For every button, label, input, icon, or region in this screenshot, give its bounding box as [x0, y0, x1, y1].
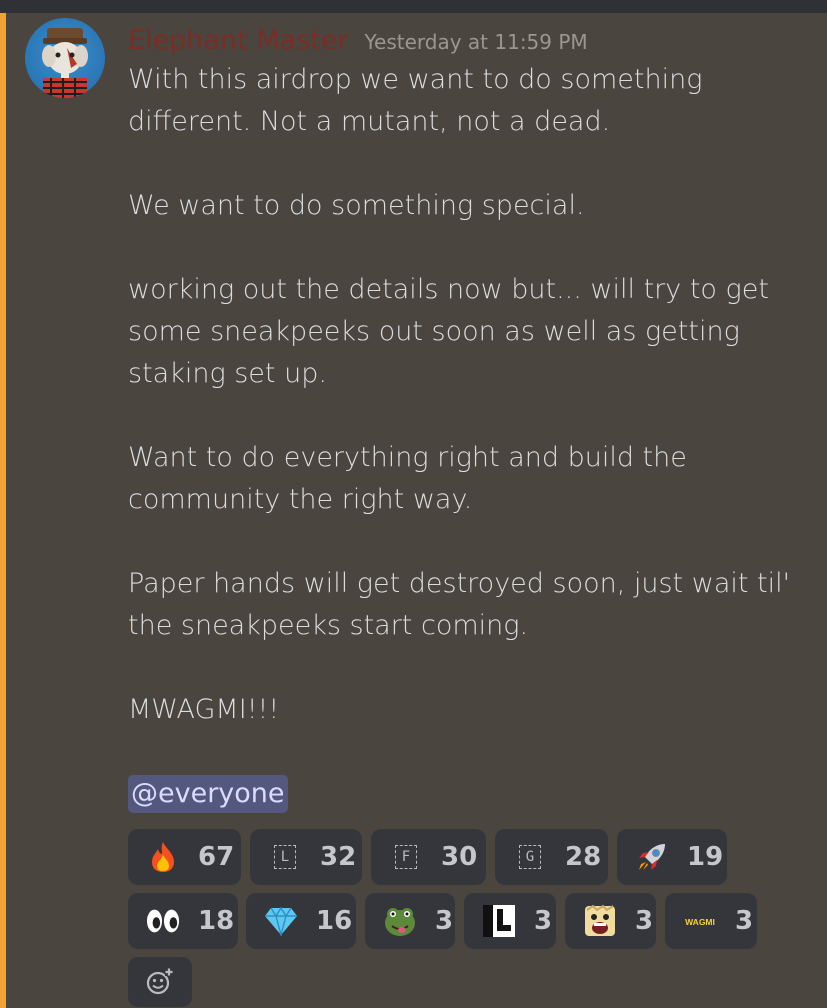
- message-line: With this airdrop we want to do somethin…: [128, 64, 703, 95]
- reaction-screaming[interactable]: 3: [565, 893, 656, 949]
- reaction-rocket[interactable]: 19: [617, 829, 727, 885]
- avatar[interactable]: [25, 18, 105, 98]
- reaction-gem[interactable]: 16: [246, 893, 356, 949]
- top-bar: [0, 0, 827, 13]
- eyes-icon: [146, 904, 180, 938]
- reaction-count: 3: [635, 906, 654, 936]
- message-line: staking set up.: [128, 358, 327, 389]
- reaction-count: 3: [534, 906, 553, 936]
- gem-icon: [264, 904, 298, 938]
- everyone-mention[interactable]: @everyone: [128, 775, 288, 813]
- reaction-count: 16: [316, 906, 353, 936]
- fire-icon: [146, 840, 180, 874]
- message-body: With this airdrop we want to do somethin…: [128, 59, 808, 815]
- reaction-count: 28: [565, 842, 602, 872]
- wagmi-icon: WAGMI: [683, 904, 717, 938]
- add-reaction-icon: [146, 968, 173, 995]
- reaction-count: 18: [198, 906, 235, 936]
- rocket-icon: [635, 840, 669, 874]
- svg-text:WAGMI: WAGMI: [685, 917, 715, 927]
- message-line: the sneakpeeks start coming.: [128, 610, 529, 641]
- letter-F-icon: F: [395, 845, 417, 869]
- message-line: MWAGMI!!!: [128, 694, 280, 725]
- message-line: Paper hands will get destroyed soon, jus…: [128, 568, 791, 599]
- reaction-letter-g[interactable]: G 28: [495, 829, 608, 885]
- pixel-L-icon: [482, 904, 516, 938]
- reaction-count: 32: [320, 842, 357, 872]
- message-line: different. Not a mutant, not a dead.: [128, 106, 611, 137]
- reaction-pepe[interactable]: 3: [365, 893, 455, 949]
- reaction-letter-f[interactable]: F 30: [371, 829, 486, 885]
- letter-G-icon: G: [519, 845, 541, 869]
- timestamp[interactable]: Yesterday at 11:59 PM: [364, 30, 587, 54]
- reaction-count: 3: [435, 906, 454, 936]
- reaction-count: 19: [687, 842, 724, 872]
- reaction-fire[interactable]: 67: [128, 829, 241, 885]
- reaction-count: 30: [441, 842, 478, 872]
- reaction-count: 3: [735, 906, 754, 936]
- reaction-wagmi[interactable]: WAGMI 3: [665, 893, 757, 949]
- message-line: some sneakpeeks out soon as well as gett…: [128, 316, 740, 347]
- reaction-pixel-l[interactable]: 3: [464, 893, 556, 949]
- elephant-avatar-icon: [42, 28, 88, 98]
- chat-message: Elephant Master Yesterday at 11:59 PM Wi…: [6, 13, 827, 1008]
- message-line: working out the details now but... will …: [128, 274, 769, 305]
- reaction-letter-l[interactable]: L 32: [250, 829, 362, 885]
- screaming-face-icon: [583, 904, 617, 938]
- username[interactable]: Elephant Master: [128, 25, 348, 56]
- reaction-eyes[interactable]: 18: [128, 893, 238, 949]
- message-line: Want to do everything right and build th…: [128, 442, 687, 473]
- add-reaction-button[interactable]: [128, 957, 192, 1007]
- pepe-frog-icon: [383, 904, 417, 938]
- message-header: Elephant Master Yesterday at 11:59 PM: [128, 25, 588, 57]
- reaction-count: 67: [198, 842, 235, 872]
- letter-L-icon: L: [274, 845, 296, 869]
- message-line: community the right way.: [128, 484, 473, 515]
- message-line: We want to do something special.: [128, 190, 585, 221]
